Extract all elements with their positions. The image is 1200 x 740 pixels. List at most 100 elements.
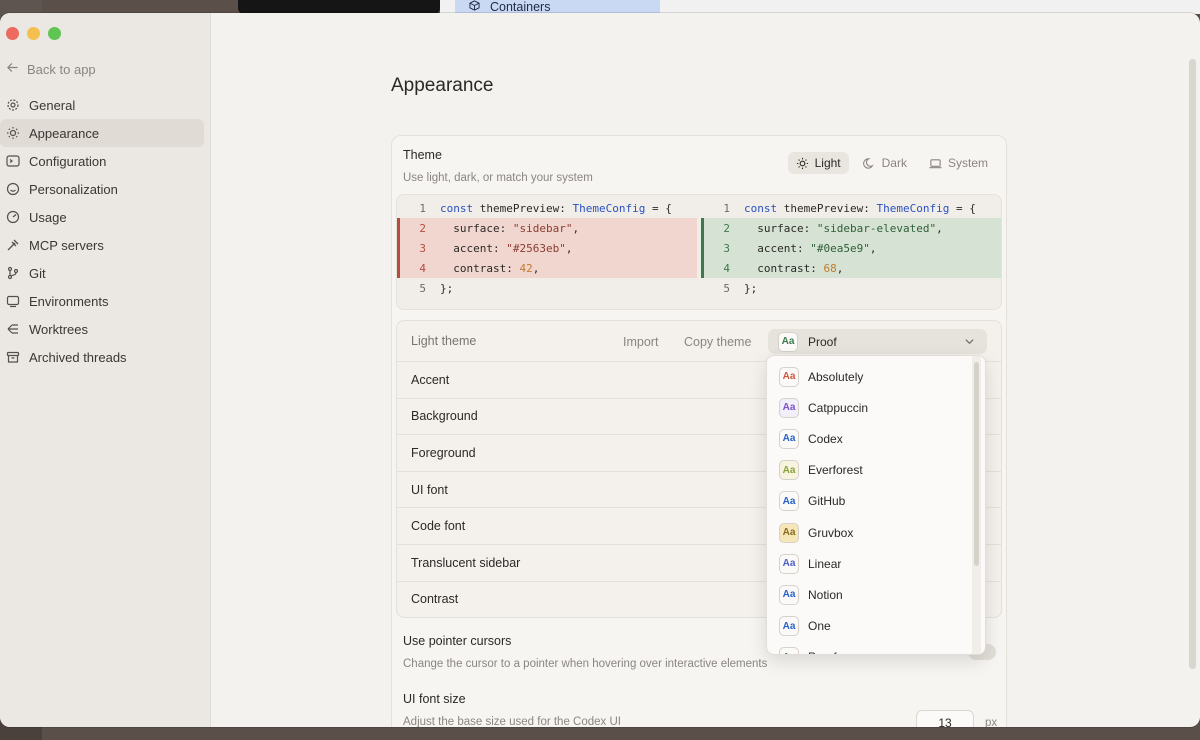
ui-font-size-unit: px xyxy=(985,717,998,727)
sidebar-item-personalization[interactable]: Personalization xyxy=(0,175,204,203)
sidebar-item-git[interactable]: Git xyxy=(0,259,204,287)
theme-option-linear[interactable]: Aa Linear xyxy=(767,548,985,579)
theme-option-light[interactable]: Light xyxy=(787,152,849,174)
code-token: "#2563eb" xyxy=(506,241,566,255)
sidebar-item-label: Git xyxy=(29,265,46,281)
code-token: surface: xyxy=(744,221,817,235)
diff-line: 5}; xyxy=(397,278,697,298)
line-number: 3 xyxy=(723,241,730,255)
code-token: accent: xyxy=(744,241,811,255)
sidebar-item-general[interactable]: General xyxy=(0,91,204,119)
code-token: , xyxy=(565,241,573,255)
line-number: 3 xyxy=(419,241,426,255)
theme-preview-icon: Aa xyxy=(779,522,799,543)
theme-option-gruvbox[interactable]: Aa Gruvbox xyxy=(767,517,985,548)
code-token: 42 xyxy=(519,261,533,275)
theme-preview-icon: Aa xyxy=(779,616,799,637)
line-number: 4 xyxy=(419,261,426,275)
sidebar-item-appearance[interactable]: Appearance xyxy=(0,119,204,147)
code-token: accent: xyxy=(440,241,507,255)
gauge-icon xyxy=(6,210,20,224)
archive-icon xyxy=(6,351,20,363)
sidebar-item-configuration[interactable]: Configuration xyxy=(0,147,204,175)
code-token: const xyxy=(744,201,784,215)
code-token: "sidebar-elevated" xyxy=(816,221,937,235)
theme-option-proof[interactable]: Aa Proof xyxy=(767,642,985,654)
moon-icon xyxy=(862,157,874,169)
minimize-window-button[interactable] xyxy=(27,27,40,40)
sidebar-item-usage[interactable]: Usage xyxy=(0,203,204,231)
setting-row-label: Translucent sidebar xyxy=(411,555,521,570)
sidebar-item-mcp-servers[interactable]: MCP servers xyxy=(0,231,204,259)
code-token: = { xyxy=(949,201,976,215)
zoom-window-button[interactable] xyxy=(48,27,61,40)
theme-option-codex[interactable]: Aa Codex xyxy=(767,423,985,454)
line-number: 2 xyxy=(419,221,426,235)
copy-theme-button[interactable]: Copy theme xyxy=(684,335,751,349)
theme-option-github[interactable]: Aa GitHub xyxy=(767,486,985,517)
theme-option-absolutely[interactable]: Aa Absolutely xyxy=(767,361,985,392)
diff-pane-after: 1 const themePreview: ThemeConfig = {2 su… xyxy=(701,198,1001,298)
sidebar-item-environments[interactable]: Environments xyxy=(0,287,204,315)
theme-option-notion[interactable]: Aa Notion xyxy=(767,579,985,610)
back-to-app-link[interactable]: Back to app xyxy=(6,61,96,77)
theme-option-label: GitHub xyxy=(808,494,846,509)
theme-preview-icon: Aa xyxy=(779,397,799,418)
main-panel: Appearance Theme Use light, dark, or mat… xyxy=(211,13,1200,727)
theme-option-label: Proof xyxy=(808,650,837,654)
theme-preview-icon: Aa xyxy=(779,460,799,481)
theme-preset-value: Proof xyxy=(808,334,837,349)
theme-title: Theme xyxy=(403,148,442,162)
theme-mode-selector: Light Dark System xyxy=(787,152,996,174)
theme-diff-preview: 1 const themePreview: ThemeConfig = {2 su… xyxy=(396,194,1002,310)
code-token: contrast: xyxy=(744,261,824,275)
diff-line: 4 contrast: 42, xyxy=(397,258,697,278)
theme-option-everforest[interactable]: Aa Everforest xyxy=(767,455,985,486)
theme-option-catppuccin[interactable]: Aa Catppuccin xyxy=(767,392,985,423)
line-number: 2 xyxy=(723,221,730,235)
setting-row-label: Code font xyxy=(411,519,466,534)
theme-preset-select[interactable]: Aa Proof xyxy=(768,329,987,354)
laptop-icon xyxy=(929,158,942,168)
gear-icon xyxy=(7,99,19,111)
git-branch-icon xyxy=(7,266,19,280)
theme-option-label: Everforest xyxy=(808,463,863,478)
theme-preview-icon: Aa xyxy=(779,491,799,512)
diff-line: 2 surface: "sidebar-elevated", xyxy=(701,218,1001,238)
chevron-down-icon xyxy=(964,336,975,350)
diff-line: 2 surface: "sidebar", xyxy=(397,218,697,238)
diff-line: 1 const themePreview: ThemeConfig = { xyxy=(701,198,1001,218)
code-token: , xyxy=(936,221,943,235)
sun-icon xyxy=(796,157,808,169)
line-number: 5 xyxy=(419,281,426,295)
import-button[interactable]: Import xyxy=(623,335,658,349)
ui-font-size-input[interactable]: 13 xyxy=(916,710,974,727)
arrow-left-icon xyxy=(6,61,19,77)
theme-option-dark[interactable]: Dark xyxy=(855,152,915,174)
theme-preview-icon: Aa xyxy=(779,647,799,654)
settings-nav: General Appearance Configuration Personaliz… xyxy=(0,91,211,371)
setting-row-label: Foreground xyxy=(411,445,476,460)
line-number: 1 xyxy=(723,201,730,215)
cube-icon xyxy=(469,0,480,14)
theme-option-system[interactable]: System xyxy=(921,152,996,174)
theme-option-one[interactable]: Aa One xyxy=(767,611,985,642)
theme-preview-icon: Aa xyxy=(779,428,799,449)
code-token: = { xyxy=(645,201,672,215)
main-scrollbar[interactable] xyxy=(1189,59,1196,669)
back-to-app-label: Back to app xyxy=(27,61,96,77)
smile-icon xyxy=(6,182,20,196)
dropdown-scrollbar[interactable] xyxy=(974,362,979,566)
sidebar-item-archived-threads[interactable]: Archived threads xyxy=(0,343,204,371)
sidebar-item-worktrees[interactable]: Worktrees xyxy=(0,315,204,343)
code-token: contrast: xyxy=(440,261,520,275)
close-window-button[interactable] xyxy=(6,27,19,40)
sidebar: Back to app General Appearance Configurati… xyxy=(0,13,211,727)
theme-preview-icon: Aa xyxy=(779,584,799,605)
theme-preset-dropdown: Aa Absolutely Aa Catppuccin Aa Codex Aa Everfor… xyxy=(766,355,986,655)
sidebar-item-label: Archived threads xyxy=(29,349,127,365)
line-number: 4 xyxy=(723,261,730,275)
sidebar-item-label: Configuration xyxy=(29,153,107,169)
settings-window: Back to app General Appearance Configurati… xyxy=(0,13,1200,727)
code-token: "#0ea5e9" xyxy=(810,241,870,255)
